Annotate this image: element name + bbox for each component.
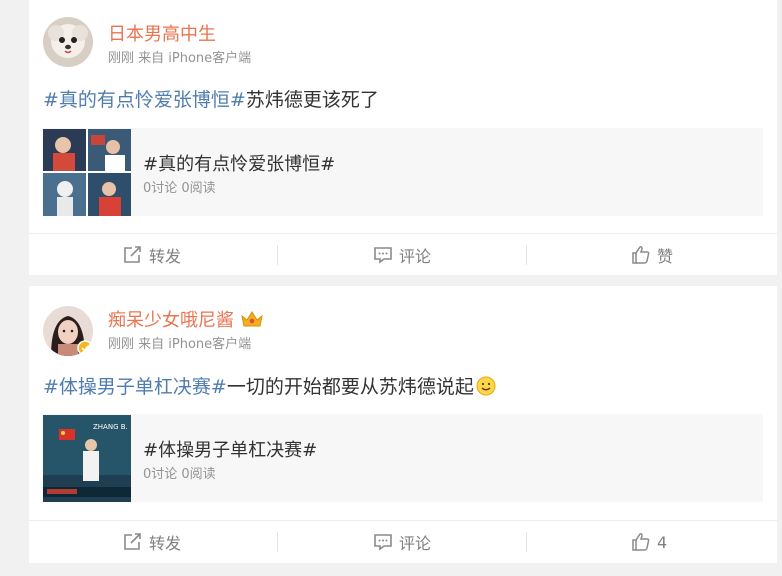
username[interactable]: 日本男高中生 xyxy=(108,20,216,46)
comment-button[interactable]: 评论 xyxy=(373,521,431,563)
weibo-post: 日本男高中生 刚刚 来自 iPhone客户端 #真的有点怜爱张博恒#苏炜德更该死… xyxy=(29,0,777,275)
divider xyxy=(277,532,278,552)
comment-button[interactable]: 评论 xyxy=(373,234,431,276)
topic-card[interactable]: ZHANG B. #体操男子单杠决赛# 0讨论 0阅读 xyxy=(42,414,763,502)
hashtag-link[interactable]: #体操男子单杠决赛# xyxy=(43,376,227,398)
post-text-body: 一切的开始都要从苏炜德说起 xyxy=(226,376,474,398)
comment-label: 评论 xyxy=(399,247,432,266)
post-text: #真的有点怜爱张博恒#苏炜德更该死了 xyxy=(43,85,379,112)
post-text: #体操男子单杠决赛#一切的开始都要从苏炜德说起 xyxy=(43,372,496,401)
repost-label: 转发 xyxy=(149,247,182,266)
divider xyxy=(526,532,527,552)
weibo-post: 痴呆少女哦尼酱 刚刚 来自 iPhone客户端 #体操男子单杠决赛#一切的开始都… xyxy=(29,286,777,563)
comment-icon xyxy=(374,247,392,264)
vip-crown-icon[interactable] xyxy=(240,310,264,333)
topic-title: #真的有点怜爱张博恒# xyxy=(143,154,336,175)
repost-button[interactable]: 转发 xyxy=(123,234,181,276)
repost-icon xyxy=(124,246,141,263)
like-icon xyxy=(632,246,650,264)
divider xyxy=(277,245,278,265)
topic-card[interactable]: #真的有点怜爱张博恒# 0讨论 0阅读 xyxy=(42,128,763,216)
like-label: 赞 xyxy=(657,247,674,266)
post-text-body: 苏炜德更该死了 xyxy=(245,89,379,111)
username[interactable]: 痴呆少女哦尼酱 xyxy=(108,306,264,333)
avatar[interactable] xyxy=(43,306,93,356)
like-button[interactable]: 赞 xyxy=(631,234,673,276)
topic-title: #体操男子单杠决赛# xyxy=(143,440,318,461)
like-count: 4 xyxy=(657,532,668,552)
divider xyxy=(526,245,527,265)
username-text: 痴呆少女哦尼酱 xyxy=(108,310,234,331)
repost-button[interactable]: 转发 xyxy=(123,521,181,563)
like-button[interactable]: 4 xyxy=(631,521,667,563)
repost-label: 转发 xyxy=(149,534,182,553)
comment-icon xyxy=(374,534,392,551)
like-icon xyxy=(632,533,650,551)
action-bar: 转发 评论 赞 xyxy=(29,233,777,276)
topic-stats: 0讨论 0阅读 xyxy=(143,181,216,196)
avatar[interactable] xyxy=(43,17,93,67)
topic-stats: 0讨论 0阅读 xyxy=(143,467,216,482)
hashtag-link[interactable]: #真的有点怜爱张博恒# xyxy=(43,89,246,111)
topic-thumbnail: ZHANG B. xyxy=(43,415,131,502)
comment-label: 评论 xyxy=(399,534,432,553)
post-meta: 刚刚 来自 iPhone客户端 xyxy=(108,51,252,66)
thumb-caption: ZHANG B. xyxy=(93,423,128,431)
post-meta: 刚刚 来自 iPhone客户端 xyxy=(108,337,252,352)
topic-thumbnail xyxy=(43,129,131,216)
repost-icon xyxy=(124,533,141,550)
smile-emoji-icon xyxy=(476,376,496,401)
action-bar: 转发 评论 4 xyxy=(29,520,777,563)
